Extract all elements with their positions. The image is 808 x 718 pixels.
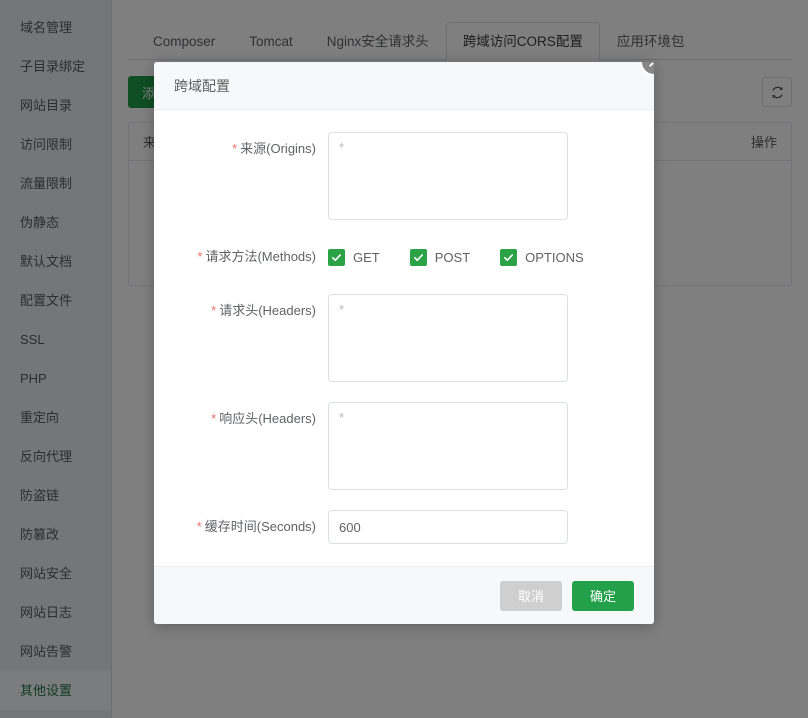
check-icon xyxy=(500,248,518,266)
label-max-age: * 缓存时间(Seconds) xyxy=(168,510,328,544)
checkbox-get[interactable]: GET xyxy=(328,248,380,266)
cancel-button[interactable]: 取消 xyxy=(499,580,562,611)
check-icon xyxy=(409,248,427,266)
methods-checkbox-group: GET POST OPTIONS xyxy=(328,240,640,274)
form-row-max-age: * 缓存时间(Seconds) xyxy=(168,510,640,544)
label-text: 响应头(Headers) xyxy=(219,411,316,426)
field-response-headers xyxy=(328,402,640,490)
form-row-methods: * 请求方法(Methods) GET POST OPTIONS xyxy=(168,240,640,274)
request-headers-textarea[interactable] xyxy=(328,294,568,382)
confirm-button[interactable]: 确定 xyxy=(571,580,634,611)
label-text: 来源(Origins) xyxy=(240,141,316,156)
checkbox-label: OPTIONS xyxy=(525,249,584,265)
form-row-origins: * 来源(Origins) xyxy=(168,132,640,220)
origins-textarea[interactable] xyxy=(328,132,568,220)
form-row-response-headers: * 响应头(Headers) xyxy=(168,402,640,490)
checkbox-label: GET xyxy=(353,249,380,265)
cors-config-dialog: 跨域配置 *来源(Origins) *请求方法(Methods) xyxy=(154,62,654,624)
response-headers-textarea[interactable] xyxy=(328,402,568,490)
label-methods: * 请求方法(Methods) xyxy=(168,240,328,274)
check-icon xyxy=(328,248,345,266)
label-origins: * 来源(Origins) xyxy=(168,132,328,166)
app-root: 域名管理 子目录绑定 网站目录 访问限制 流量限制 伪静态 默认文档 配置文件 … xyxy=(0,0,808,718)
field-methods: GET POST OPTIONS xyxy=(328,240,640,274)
required-asterisk: * xyxy=(197,249,203,264)
required-asterisk: * xyxy=(211,411,217,426)
dialog-header: 跨域配置 xyxy=(154,62,654,110)
label-text: 请求方法(Methods) xyxy=(205,249,316,264)
label-text: 缓存时间(Seconds) xyxy=(204,519,316,534)
form-row-request-headers: * 请求头(Headers) xyxy=(168,294,640,382)
max-age-input[interactable] xyxy=(328,510,568,544)
field-request-headers xyxy=(328,294,640,382)
label-response-headers: * 响应头(Headers) xyxy=(168,402,328,436)
required-asterisk: * xyxy=(196,519,202,534)
label-text: 请求头(Headers) xyxy=(219,303,316,318)
checkbox-label: POST xyxy=(434,249,471,265)
field-max-age xyxy=(328,510,640,544)
close-icon xyxy=(649,62,654,67)
field-origins xyxy=(328,132,640,220)
required-asterisk: * xyxy=(232,141,238,156)
dialog-body: *来源(Origins) *请求方法(Methods) xyxy=(154,110,654,566)
required-asterisk: * xyxy=(211,303,217,318)
checkbox-post[interactable]: POST xyxy=(409,248,471,266)
checkbox-options[interactable]: OPTIONS xyxy=(500,248,584,266)
dialog-title: 跨域配置 xyxy=(174,77,230,94)
label-request-headers: * 请求头(Headers) xyxy=(168,294,328,328)
dialog-footer: 取消 确定 xyxy=(154,566,654,624)
